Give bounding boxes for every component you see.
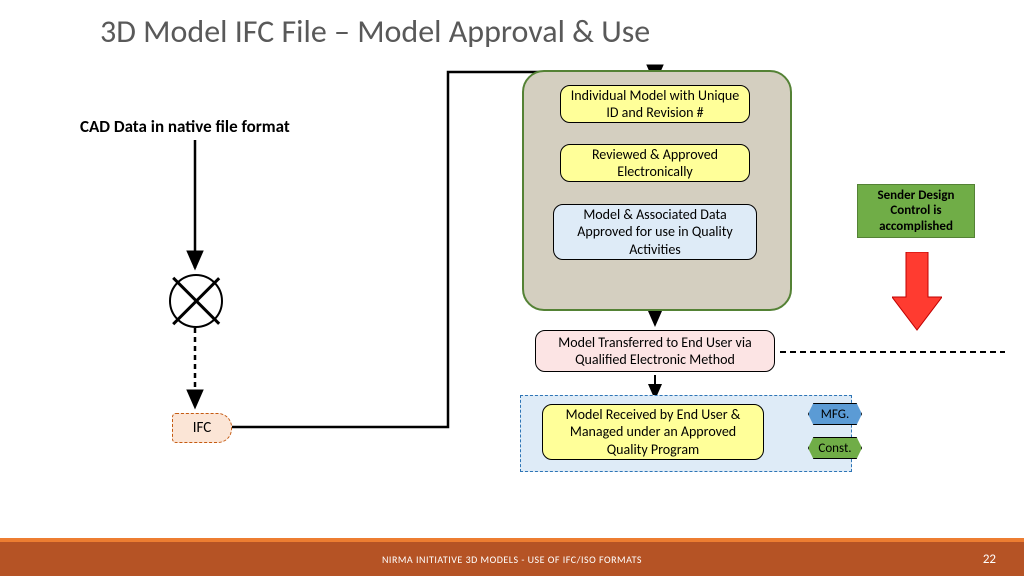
connectors xyxy=(0,0,1024,576)
box-transferred: Model Transferred to End User via Qualif… xyxy=(535,330,775,372)
box-reviewed: Reviewed & Approved Electronically xyxy=(560,144,750,182)
sender-note: Sender Design Control is accomplished xyxy=(857,184,975,238)
const-tag: Const. xyxy=(808,437,862,459)
footer-text: NIRMA INITIATIVE 3D MODELS - USE OF IFC/… xyxy=(0,542,1024,576)
box-unique-id: Individual Model with Unique ID and Revi… xyxy=(560,85,750,123)
down-arrow-icon xyxy=(892,252,942,332)
ifc-tag: IFC xyxy=(172,413,232,443)
box-received: Model Received by End User & Managed und… xyxy=(542,404,764,460)
page-title: 3D Model IFC File – Model Approval & Use xyxy=(100,12,650,51)
mfg-tag: MFG. xyxy=(808,403,862,425)
slide: 3D Model IFC File – Model Approval & Use… xyxy=(0,0,1024,576)
process-node-icon xyxy=(169,274,223,328)
cad-label: CAD Data in native file format xyxy=(80,116,290,137)
box-approved-quality: Model & Associated Data Approved for use… xyxy=(553,204,757,260)
page-number: 22 xyxy=(983,552,996,567)
